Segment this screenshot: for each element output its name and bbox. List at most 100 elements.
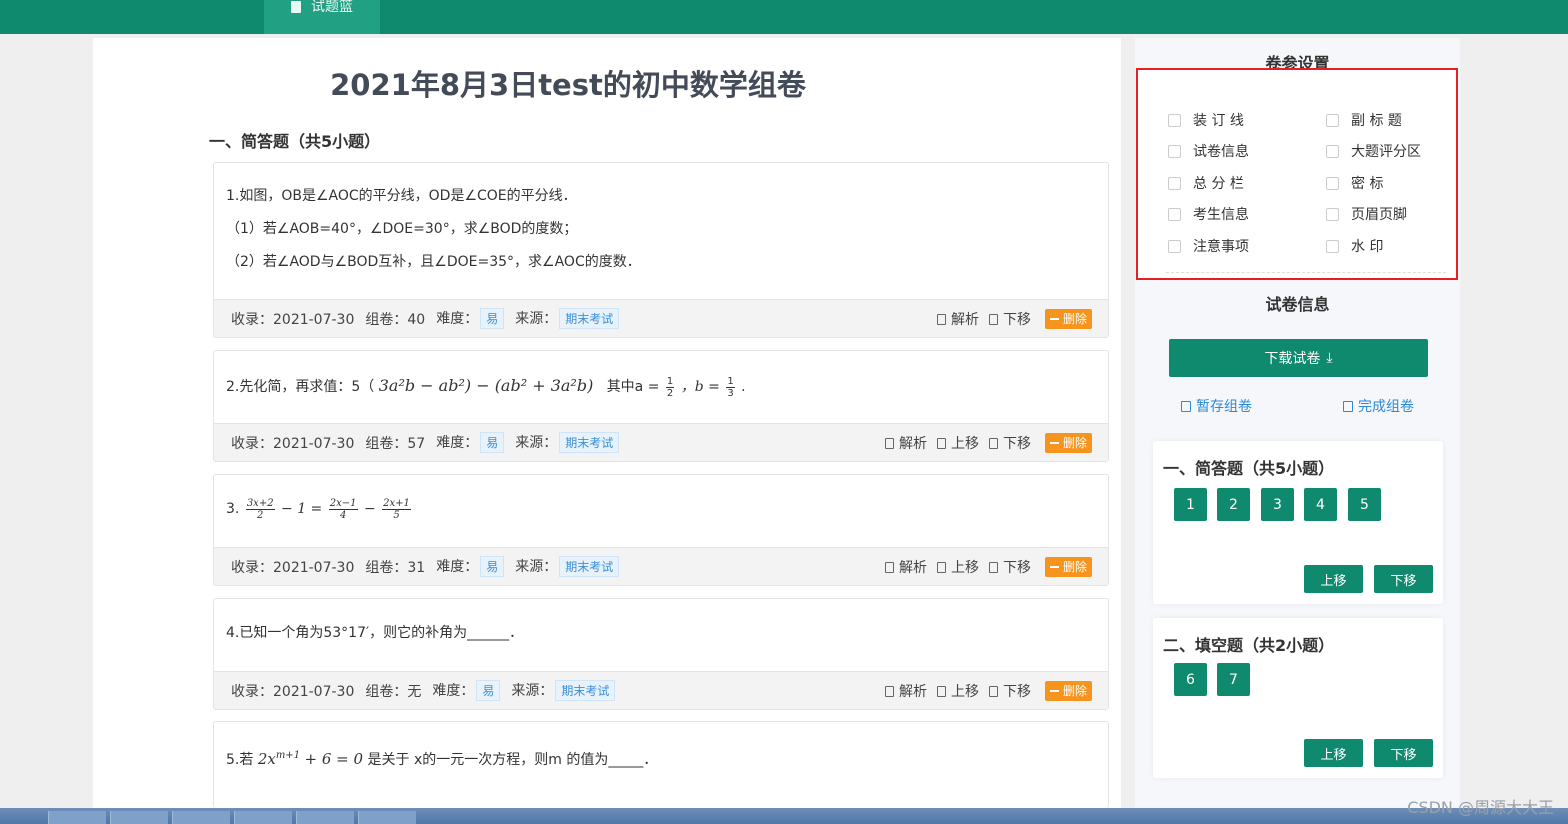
minus-icon xyxy=(1049,442,1059,444)
checkbox[interactable] xyxy=(1168,176,1181,190)
question-number-button[interactable]: 3 xyxy=(1261,488,1294,521)
checkbox[interactable] xyxy=(1168,239,1181,253)
checkbox[interactable] xyxy=(1168,207,1181,221)
page-title: 2021年8月3日test的初中数学组卷 xyxy=(330,68,806,102)
checkbox[interactable] xyxy=(1168,144,1181,158)
question-number-button[interactable]: 1 xyxy=(1174,488,1207,521)
used-count: 40 xyxy=(407,311,426,328)
recorded-date: 2021-07-30 xyxy=(273,311,355,328)
checkbox[interactable] xyxy=(1326,239,1339,253)
document-icon xyxy=(936,313,946,325)
section-heading: 一、简答题（共5小题） xyxy=(209,132,381,151)
group-move-down-button[interactable]: 下移 xyxy=(1374,565,1433,593)
document-icon xyxy=(988,313,998,325)
move-down-button[interactable]: 下移 xyxy=(988,309,1031,329)
question-card-3: 3. 3x+2 2 − 1 = 2x−1 4 − 2x+1 5 收录：2021-07-… xyxy=(213,474,1109,586)
checkbox[interactable] xyxy=(1326,207,1339,221)
source-badge: 期末考试 xyxy=(555,680,616,701)
check-icon xyxy=(1343,400,1353,412)
option-total-score[interactable]: 总 分 栏 xyxy=(1168,173,1244,193)
document-icon xyxy=(884,561,894,573)
question-number-button[interactable]: 2 xyxy=(1217,488,1250,521)
delete-button[interactable]: 删除 xyxy=(1044,681,1092,701)
save-draft-link[interactable]: 暂存组卷 xyxy=(1181,396,1252,416)
difficulty-badge: 易 xyxy=(476,680,501,701)
question-number-button[interactable]: 7 xyxy=(1217,663,1250,696)
question-text: （2）若∠AOD与∠BOD互补，且∠DOE=35°，求∠AOC的度数． xyxy=(226,254,641,270)
move-down-button[interactable]: 下移 xyxy=(988,433,1031,453)
taskbar-app[interactable] xyxy=(172,811,230,824)
os-taskbar xyxy=(0,808,1568,824)
question-meta-bar: 收录：2021-07-30 组卷：31 难度：易 来源： 期末考试 解析 上移 下… xyxy=(214,547,1108,585)
used-count: 57 xyxy=(407,435,426,452)
question-meta-bar: 收录：2021-07-30 组卷：无 难度：易 来源： 期末考试 解析 上移 下移… xyxy=(214,671,1108,709)
group-move-down-button[interactable]: 下移 xyxy=(1374,739,1433,767)
option-secret-mark[interactable]: 密 标 xyxy=(1326,173,1383,193)
recorded-date: 2021-07-30 xyxy=(273,683,355,700)
taskbar-app[interactable] xyxy=(48,811,106,824)
option-section-score[interactable]: 大题评分区 xyxy=(1326,141,1421,161)
document-icon xyxy=(936,561,946,573)
option-examinee-info[interactable]: 考生信息 xyxy=(1168,204,1249,224)
document-icon xyxy=(884,685,894,697)
delete-button[interactable]: 删除 xyxy=(1044,433,1092,453)
move-down-button[interactable]: 下移 xyxy=(988,681,1031,701)
analysis-button[interactable]: 解析 xyxy=(884,681,927,701)
source-badge: 期末考试 xyxy=(559,432,620,453)
taskbar-app[interactable] xyxy=(234,811,292,824)
analysis-button[interactable]: 解析 xyxy=(884,433,927,453)
document-icon xyxy=(936,437,946,449)
option-watermark[interactable]: 水 印 xyxy=(1326,236,1383,256)
math-expression: 3a²b − ab²) − (ab² + 3a²b) xyxy=(378,376,594,395)
question-text: 4.已知一个角为53°17′，则它的补角为______． xyxy=(226,625,524,641)
difficulty-badge: 易 xyxy=(480,432,505,453)
question-card-1: 1.如图，OB是∠AOC的平分线，OD是∠COE的平分线． （1）若∠AOB=4… xyxy=(213,162,1109,338)
question-number-button[interactable]: 4 xyxy=(1304,488,1337,521)
source-badge: 期末考试 xyxy=(559,556,620,577)
option-binding-line[interactable]: 装 订 线 xyxy=(1168,110,1244,130)
question-card-4: 4.已知一个角为53°17′，则它的补角为______． 收录：2021-07-… xyxy=(213,598,1109,710)
math-expression: 2xm+1 xyxy=(257,750,301,768)
move-down-button[interactable]: 下移 xyxy=(988,557,1031,577)
delete-button[interactable]: 删除 xyxy=(1044,557,1092,577)
source-badge: 期末考试 xyxy=(559,308,620,329)
checkbox[interactable] xyxy=(1326,176,1339,190)
checkbox[interactable] xyxy=(1326,113,1339,127)
group-move-up-button[interactable]: 上移 xyxy=(1304,739,1363,767)
checkbox[interactable] xyxy=(1326,144,1339,158)
analysis-button[interactable]: 解析 xyxy=(936,309,979,329)
option-header-footer[interactable]: 页眉页脚 xyxy=(1326,204,1407,224)
taskbar-app[interactable] xyxy=(296,811,354,824)
group-title: 二、填空题（共2小题） xyxy=(1163,636,1335,655)
question-meta-bar: 收录：2021-07-30 组卷：57 难度：易 来源： 期末考试 解析 上移 下… xyxy=(214,423,1108,461)
option-paper-info[interactable]: 试卷信息 xyxy=(1168,141,1249,161)
checkbox[interactable] xyxy=(1168,113,1181,127)
question-card-5: 5.若 2xm+1 + 6 = 0 是关于 x的一元一次方程，则m 的值为___… xyxy=(213,721,1109,808)
watermark: CSDN @周源大大王 xyxy=(1407,798,1554,817)
taskbar-app[interactable] xyxy=(358,811,416,824)
used-count: 无 xyxy=(407,683,422,700)
taskbar-app[interactable] xyxy=(110,811,168,824)
finish-link[interactable]: 完成组卷 xyxy=(1343,396,1414,416)
question-number-button[interactable]: 6 xyxy=(1174,663,1207,696)
question-group-1: 一、简答题（共5小题） 1 2 3 4 5 上移 下移 xyxy=(1153,441,1443,604)
tab-question-basket[interactable]: 试题篮 xyxy=(264,0,380,34)
difficulty-badge: 易 xyxy=(480,308,505,329)
question-number-button[interactable]: 5 xyxy=(1348,488,1381,521)
move-up-button[interactable]: 上移 xyxy=(936,433,979,453)
download-icon: ⤓ xyxy=(1326,350,1333,366)
delete-button[interactable]: 删除 xyxy=(1044,309,1092,329)
group-move-up-button[interactable]: 上移 xyxy=(1304,565,1363,593)
option-subtitle[interactable]: 副 标 题 xyxy=(1326,110,1402,130)
paper-info-title: 试卷信息 xyxy=(1265,295,1330,314)
fraction: 2x−1 4 xyxy=(328,497,358,521)
fraction: 13 xyxy=(726,375,735,399)
top-nav-bar: 试题篮 xyxy=(0,0,1568,34)
document-icon xyxy=(884,437,894,449)
move-up-button[interactable]: 上移 xyxy=(936,557,979,577)
document-icon xyxy=(988,437,998,449)
option-notes[interactable]: 注意事项 xyxy=(1168,236,1249,256)
download-paper-button[interactable]: 下载试卷 ⤓ xyxy=(1169,339,1428,377)
analysis-button[interactable]: 解析 xyxy=(884,557,927,577)
move-up-button[interactable]: 上移 xyxy=(936,681,979,701)
